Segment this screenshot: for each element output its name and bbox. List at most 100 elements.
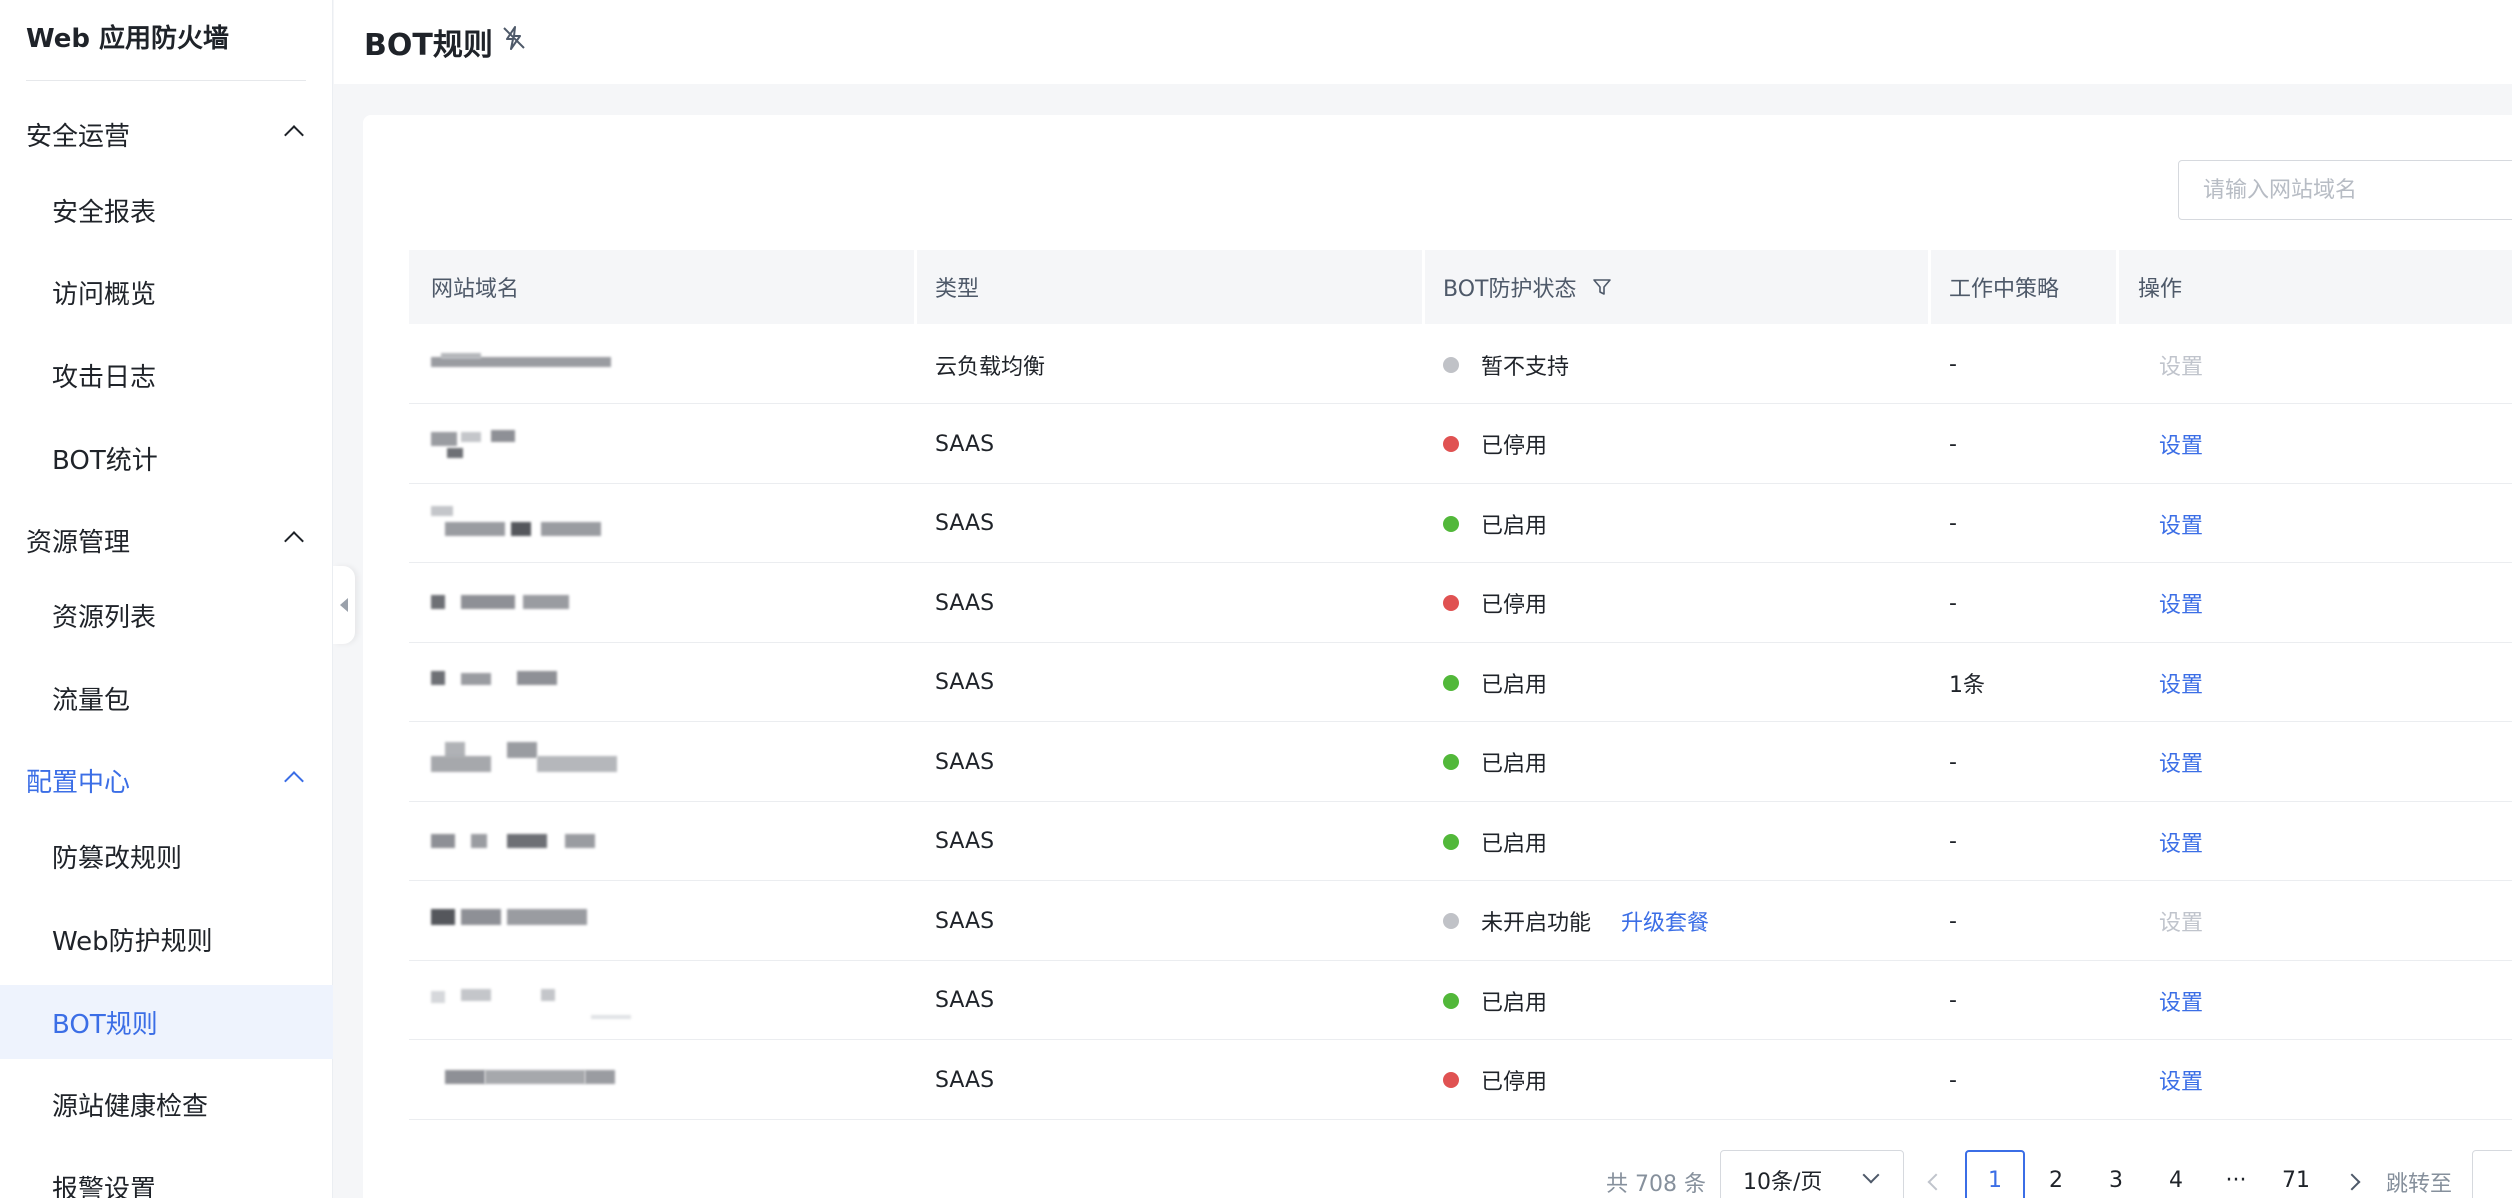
status-label: 已启用 — [1481, 831, 1548, 857]
settings-link[interactable]: 设置 — [2159, 428, 2203, 460]
sidebar-item-attack-log[interactable]: 攻击日志 — [0, 338, 333, 412]
sidebar-item-alarm-settings[interactable]: 报警设置 — [0, 1150, 333, 1198]
page-button-1[interactable]: 1 — [1965, 1150, 2025, 1198]
redaction-block — [447, 448, 463, 458]
lightning-icon[interactable] — [500, 24, 528, 52]
settings-link: 设置 — [2159, 354, 2204, 380]
status-label: 暂不支持 — [1481, 354, 1570, 380]
actions-cell: 设置 — [2159, 643, 2203, 722]
sidebar-item-tamper-rules[interactable]: 防篡改规则 — [0, 819, 333, 893]
status-label: 已停用 — [1481, 593, 1548, 618]
domain-cell — [431, 723, 631, 802]
redaction-block — [431, 990, 445, 1003]
bot-status-cell: 已启用 — [1443, 643, 1547, 722]
sidebar-group-label: 资源管理 — [26, 527, 131, 558]
actions-cell: 设置 — [2159, 405, 2203, 484]
settings-link[interactable]: 设置 — [2159, 1064, 2203, 1096]
sidebar-item-label: 访问概览 — [52, 279, 157, 310]
redaction-block — [431, 432, 457, 446]
sidebar-item-web-protection-rules[interactable]: Web防护规则 — [0, 902, 333, 976]
redaction-block — [431, 909, 455, 925]
column-separator — [914, 250, 917, 324]
sidebar-item-bot-stats[interactable]: BOT统计 — [0, 421, 333, 495]
sidebar-divider — [26, 80, 306, 81]
redaction-block — [537, 756, 617, 772]
sidebar-group-config-center[interactable]: 配置中心 — [0, 752, 333, 808]
table-header: 网站域名 类型 BOT防护状态 工作中策略 操作 — [409, 250, 2512, 324]
settings-link[interactable]: 设置 — [2159, 826, 2203, 858]
settings-link[interactable]: 设置 — [2159, 587, 2203, 619]
sidebar-item-label: BOT规则 — [52, 1009, 158, 1040]
active-policy-cell: 1条 — [1949, 672, 1985, 698]
table-row: SAAS 已启用 - 设置 — [409, 961, 2512, 1040]
settings-link[interactable]: 设置 — [2159, 508, 2203, 540]
sidebar-item-access-overview[interactable]: 访问概览 — [0, 255, 333, 329]
settings-link[interactable]: 设置 — [2159, 667, 2203, 699]
table-row: SAAS 已启用 - 设置 — [409, 484, 2512, 563]
redacted-domain — [431, 1060, 631, 1100]
jump-to-page-input[interactable] — [2472, 1150, 2512, 1198]
redaction-block — [471, 833, 487, 848]
page-size-select[interactable]: 10条/页 — [1720, 1150, 1904, 1198]
type-cell: SAAS — [935, 670, 995, 695]
upgrade-plan-link[interactable]: 升级套餐 — [1621, 905, 1709, 937]
redaction-block — [511, 521, 531, 536]
page-button-2[interactable]: 2 — [2030, 1150, 2082, 1198]
table-row: SAAS 已停用 - 设置 — [409, 1041, 2512, 1120]
redaction-block — [431, 595, 445, 609]
actions-cell: 设置 — [2159, 325, 2203, 404]
sidebar-group-label: 安全运营 — [26, 121, 131, 152]
redaction-block — [517, 670, 557, 685]
column-header-active-policy: 工作中策略 — [1949, 277, 2060, 302]
sidebar-item-label: 攻击日志 — [52, 362, 157, 393]
status-dot-icon — [1443, 754, 1459, 770]
sidebar-item-bot-rules[interactable]: BOT规则 — [0, 985, 333, 1059]
redaction-block — [445, 1070, 485, 1084]
redaction-block — [541, 988, 555, 1001]
table-row: SAAS 未开启功能 升级套餐 - 设置 — [409, 882, 2512, 961]
bot-status-cell: 暂不支持 — [1443, 325, 1569, 404]
table-row: SAAS 已启用 - 设置 — [409, 802, 2512, 881]
actions-cell: 设置 — [2159, 484, 2203, 563]
sidebar-item-resource-list[interactable]: 资源列表 — [0, 578, 333, 652]
page-button-3[interactable]: 3 — [2090, 1150, 2142, 1198]
redacted-domain — [431, 504, 631, 544]
redacted-domain — [431, 424, 631, 464]
bot-status-cell: 未开启功能 升级套餐 — [1443, 882, 1709, 961]
sidebar-item-traffic-pack[interactable]: 流量包 — [0, 661, 333, 735]
active-policy-cell: - — [1949, 829, 1957, 854]
type-cell: SAAS — [935, 590, 995, 616]
sidebar-item-origin-health-check[interactable]: 源站健康检查 — [0, 1067, 333, 1141]
status-dot-icon — [1443, 913, 1459, 929]
type-cell: SAAS — [935, 908, 995, 934]
sidebar-item-label: BOT统计 — [52, 445, 158, 476]
domain-search-input[interactable] — [2178, 160, 2512, 220]
page-button-71[interactable]: 71 — [2270, 1150, 2322, 1198]
column-separator — [2116, 250, 2119, 324]
redaction-block — [431, 756, 491, 772]
redaction-block — [591, 1014, 631, 1019]
sidebar-group-resource-mgmt[interactable]: 资源管理 — [0, 512, 333, 568]
redaction-block — [507, 833, 547, 848]
sidebar-item-security-report[interactable]: 安全报表 — [0, 173, 333, 247]
active-policy-cell: - — [1949, 1067, 1957, 1093]
table-row: 云负载均衡 暂不支持 - 设置 — [409, 325, 2512, 404]
status-dot-icon — [1443, 595, 1459, 611]
sidebar-collapse-button[interactable] — [333, 566, 355, 644]
type-cell: SAAS — [935, 749, 995, 775]
redaction-block — [507, 742, 537, 758]
domain-cell — [431, 882, 631, 961]
settings-link[interactable]: 设置 — [2159, 746, 2203, 778]
sidebar-item-label: Web防护规则 — [52, 926, 213, 957]
domain-cell — [431, 643, 631, 722]
type-cell: SAAS — [935, 1067, 995, 1093]
active-policy-cell: - — [1949, 988, 1957, 1013]
domain-cell — [431, 1041, 631, 1120]
page-button-4[interactable]: 4 — [2150, 1150, 2202, 1198]
filter-icon[interactable] — [1592, 277, 1612, 297]
domain-cell — [431, 405, 631, 484]
settings-link[interactable]: 设置 — [2159, 985, 2203, 1017]
sidebar-group-security-ops[interactable]: 安全运营 — [0, 106, 333, 162]
page-ellipsis[interactable]: ··· — [2210, 1150, 2262, 1198]
column-header-actions: 操作 — [2138, 277, 2183, 302]
